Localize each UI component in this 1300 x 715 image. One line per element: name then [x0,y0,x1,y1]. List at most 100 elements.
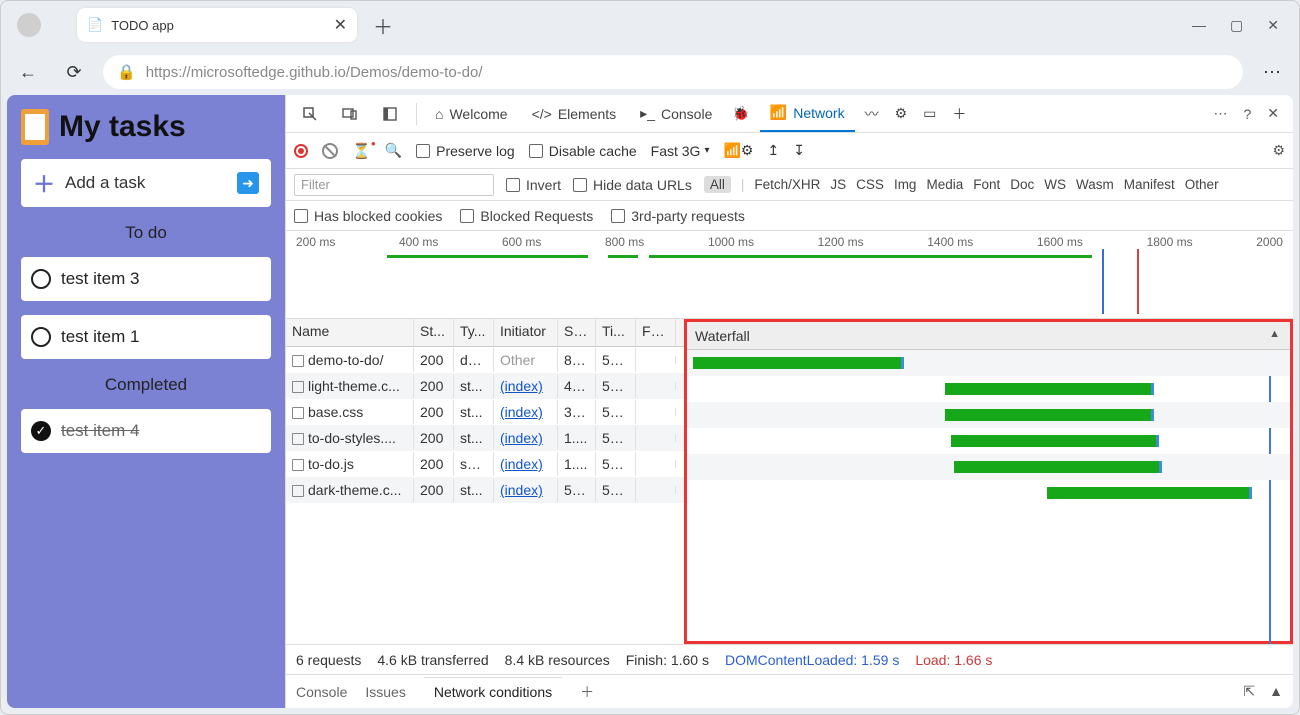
add-task-input[interactable]: ＋ Add a task ➜ [21,159,271,207]
todo-heading: To do [21,223,271,243]
drawer-add-tab-icon[interactable]: ＋ [580,682,594,702]
waterfall-row[interactable] [687,376,1290,402]
sort-asc-icon[interactable]: ▲ [1269,328,1280,340]
close-tab-icon[interactable]: ✕ [334,15,347,35]
unchecked-icon[interactable] [31,269,51,289]
type-filter[interactable]: Wasm [1076,177,1114,192]
type-filter[interactable]: JS [830,177,846,192]
close-devtools-icon[interactable]: ✕ [1267,105,1279,122]
waterfall-row[interactable] [687,350,1290,376]
type-filter[interactable]: WS [1044,177,1066,192]
new-tab-button[interactable]: ＋ [365,7,401,44]
refresh-button[interactable]: ⟳ [57,55,91,89]
type-filter-all[interactable]: All [704,176,731,193]
more-tools-icon[interactable]: ⋯ [1213,105,1227,122]
maximize-icon[interactable]: ▢ [1230,17,1243,34]
network-filter-row: Filter Invert Hide data URLs All | Fetch… [286,169,1293,201]
waterfall-row[interactable] [687,428,1290,454]
address-bar[interactable]: 🔒 https://microsoftedge.github.io/Demos/… [103,55,1243,89]
task-item[interactable]: test item 1 [21,315,271,359]
add-tab-icon[interactable]: ＋ [946,96,972,132]
type-filter[interactable]: Manifest [1124,177,1175,192]
table-header-row[interactable]: Name St... Ty... Initiator Size Ti... Fu… [286,319,684,347]
task-item[interactable]: test item 3 [21,257,271,301]
profile-avatar[interactable] [17,13,41,37]
blocked-cookies-checkbox[interactable]: Has blocked cookies [294,208,442,224]
drawer-tab-network-conditions[interactable]: Network conditions [424,677,562,706]
clear-button[interactable] [322,143,338,159]
filter-input[interactable]: Filter [294,174,494,196]
col-fulfilled[interactable]: Fu... [636,319,676,346]
preserve-log-checkbox[interactable]: Preserve log [416,143,515,159]
drawer-tab-issues[interactable]: Issues [365,684,405,700]
disable-cache-checkbox[interactable]: Disable cache [529,143,637,159]
dock-side-icon[interactable] [372,96,408,132]
col-name[interactable]: Name [286,319,414,346]
browser-tab[interactable]: 📄 TODO app ✕ [77,8,357,42]
memory-gear-icon[interactable]: ⚙ [889,96,914,132]
col-size[interactable]: Size [558,319,596,346]
network-overview[interactable]: 200 ms400 ms600 ms800 ms1000 ms1200 ms14… [286,231,1293,319]
request-row[interactable]: demo-to-do/200do...Other80...57... [286,347,684,373]
device-toggle-icon[interactable] [332,96,368,132]
export-har-icon[interactable]: ↧ [793,142,805,159]
waterfall-row[interactable] [687,454,1290,480]
settings-gear-icon[interactable]: ⚙ [1272,142,1285,159]
network-conditions-icon[interactable]: 📶⚙ [723,142,753,159]
col-type[interactable]: Ty... [454,319,494,346]
request-row[interactable]: dark-theme.c...200st...(index)51...56... [286,477,684,503]
task-label: test item 1 [61,327,139,347]
record-button[interactable] [294,144,308,158]
close-window-icon[interactable]: ✕ [1267,17,1279,34]
app-window-icon[interactable]: ▭ [917,96,942,132]
type-filter[interactable]: Img [894,177,917,192]
type-filter[interactable]: Media [926,177,963,192]
type-filter[interactable]: Fetch/XHR [754,177,820,192]
type-filter[interactable]: Other [1185,177,1219,192]
code-icon: </> [532,106,552,122]
task-item-done[interactable]: ✓ test item 4 [21,409,271,453]
unchecked-icon[interactable] [31,327,51,347]
clipboard-icon [21,109,49,145]
request-row[interactable]: light-theme.c...200st...(index)49...56..… [286,373,684,399]
col-time[interactable]: Ti... [596,319,636,346]
back-button[interactable]: ← [11,55,45,89]
status-transferred: 4.6 kB transferred [377,652,488,668]
col-waterfall[interactable]: Waterfall [687,322,1290,350]
type-filter[interactable]: Font [973,177,1000,192]
drawer-expand-icon[interactable]: ▲ [1269,683,1283,700]
tab-network[interactable]: 📶Network [760,96,855,132]
request-row[interactable]: to-do-styles....200st...(index)1....56..… [286,425,684,451]
filter-toggle-icon[interactable]: ⏳ [352,142,371,160]
debug-icon[interactable]: 🐞 [726,96,755,132]
minimize-icon[interactable]: — [1192,17,1206,34]
add-task-placeholder: Add a task [65,173,145,193]
tab-elements[interactable]: </>Elements [522,96,627,132]
blocked-requests-checkbox[interactable]: Blocked Requests [460,208,593,224]
col-status[interactable]: St... [414,319,454,346]
type-filter[interactable]: CSS [856,177,884,192]
third-party-checkbox[interactable]: 3rd-party requests [611,208,745,224]
request-row[interactable]: to-do.js200scr...(index)1....57... [286,451,684,477]
more-menu-icon[interactable]: ⋯ [1255,55,1289,89]
waterfall-row[interactable] [687,480,1290,506]
help-icon[interactable]: ? [1243,106,1251,122]
search-icon[interactable]: 🔍 [385,142,402,159]
import-har-icon[interactable]: ↥ [767,142,779,159]
tab-welcome[interactable]: ⌂Welcome [425,96,518,132]
request-row[interactable]: base.css200st...(index)38...56... [286,399,684,425]
drawer-pop-icon[interactable]: ⇱ [1243,683,1255,700]
performance-icon[interactable]: 〰 [859,96,885,132]
tab-console[interactable]: ▸_Console [630,96,722,132]
network-request-table: Name St... Ty... Initiator Size Ti... Fu… [286,319,684,644]
checked-icon[interactable]: ✓ [31,421,51,441]
hide-data-urls-checkbox[interactable]: Hide data URLs [573,177,692,193]
inspect-icon[interactable] [292,96,328,132]
waterfall-row[interactable] [687,402,1290,428]
col-initiator[interactable]: Initiator [494,319,558,346]
throttle-select[interactable]: Fast 3G ▾ [651,143,710,159]
invert-checkbox[interactable]: Invert [506,177,561,193]
submit-task-button[interactable]: ➜ [237,172,259,194]
type-filter[interactable]: Doc [1010,177,1034,192]
drawer-tab-console[interactable]: Console [296,684,347,700]
